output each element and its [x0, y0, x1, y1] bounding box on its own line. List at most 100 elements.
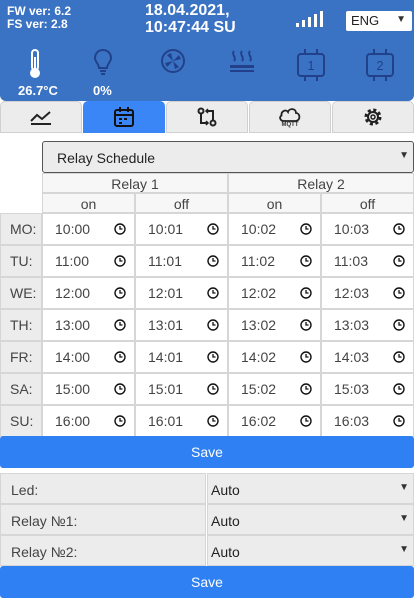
- relay-1-on-header: on: [42, 193, 135, 213]
- clock-icon: [300, 415, 312, 427]
- clock-icon: [207, 351, 219, 363]
- time-value: 16:03: [334, 413, 370, 429]
- time-value: 12:03: [334, 285, 370, 301]
- clock-icon: [207, 319, 219, 331]
- time-input[interactable]: 11:00: [42, 245, 135, 277]
- temperature-value: 26.7°C: [18, 83, 58, 98]
- time-input[interactable]: 16:03: [321, 405, 414, 437]
- time-input[interactable]: 11:02: [228, 245, 321, 277]
- language-value: ENG: [351, 13, 380, 28]
- time-value: 14:03: [334, 349, 370, 365]
- time-input[interactable]: 14:01: [135, 341, 228, 373]
- time-input[interactable]: 10:03: [321, 213, 414, 245]
- tab-chart[interactable]: [0, 101, 82, 133]
- time-text: 10:47:44 SU: [145, 19, 236, 36]
- time-input[interactable]: 10:00: [42, 213, 135, 245]
- clock-icon: [300, 287, 312, 299]
- time-value: 10:01: [148, 221, 184, 237]
- time-value: 12:02: [241, 285, 277, 301]
- day-label: SA:: [0, 373, 42, 405]
- time-input[interactable]: 13:02: [228, 309, 321, 341]
- time-input[interactable]: 13:01: [135, 309, 228, 341]
- day-label: TH:: [0, 309, 42, 341]
- time-input[interactable]: 16:01: [135, 405, 228, 437]
- setting-select[interactable]: Auto ▼: [207, 473, 414, 504]
- time-value: 13:02: [241, 317, 277, 333]
- time-input[interactable]: 10:02: [228, 213, 321, 245]
- time-input[interactable]: 12:03: [321, 277, 414, 309]
- date-text: 18.04.2021,: [145, 2, 230, 19]
- chevron-down-icon: ▼: [396, 14, 406, 25]
- chevron-down-icon: ▼: [399, 513, 409, 524]
- time-input[interactable]: 14:00: [42, 341, 135, 373]
- clock-icon: [300, 319, 312, 331]
- clock-icon: [207, 383, 219, 395]
- time-value: 10:00: [55, 221, 91, 237]
- relay-2-header: Relay 2: [228, 173, 414, 193]
- schedule-type-value: Relay Schedule: [57, 150, 156, 166]
- language-select[interactable]: ENG ▼: [346, 11, 412, 31]
- relay-1-icon: 1: [297, 49, 325, 81]
- mqtt-label: MQTT: [281, 121, 299, 128]
- clock-icon: [393, 223, 405, 235]
- clock-icon: [300, 255, 312, 267]
- setting-select[interactable]: Auto ▼: [207, 535, 414, 566]
- clock-icon: [207, 287, 219, 299]
- clock-icon: [393, 319, 405, 331]
- day-label: SU:: [0, 405, 42, 437]
- tab-calendar[interactable]: [83, 101, 165, 133]
- time-value: 11:03: [334, 253, 368, 269]
- time-input[interactable]: 11:03: [321, 245, 414, 277]
- clock-icon: [207, 415, 219, 427]
- tab-mqtt[interactable]: MQTT: [249, 101, 331, 133]
- heater-icon: [230, 50, 254, 72]
- clock-icon: [114, 415, 126, 427]
- save-schedule-button[interactable]: Save: [0, 436, 414, 468]
- time-value: 10:02: [241, 221, 277, 237]
- time-value: 15:03: [334, 381, 370, 397]
- time-value: 14:02: [241, 349, 277, 365]
- time-value: 15:00: [55, 381, 91, 397]
- time-value: 13:00: [55, 317, 91, 333]
- time-input[interactable]: 15:01: [135, 373, 228, 405]
- day-label: TU:: [0, 245, 42, 277]
- time-input[interactable]: 13:03: [321, 309, 414, 341]
- time-input[interactable]: 11:01: [135, 245, 228, 277]
- time-value: 16:00: [55, 413, 91, 429]
- setting-value: Auto: [211, 513, 240, 529]
- setting-label: Led:: [0, 473, 206, 504]
- relay-1-number: 1: [307, 58, 314, 73]
- tab-relays[interactable]: [166, 101, 248, 133]
- setting-select[interactable]: Auto ▼: [207, 504, 414, 535]
- time-input[interactable]: 13:00: [42, 309, 135, 341]
- clock-icon: [393, 287, 405, 299]
- schedule-type-select[interactable]: Relay Schedule ▼: [42, 141, 414, 173]
- clock-icon: [393, 383, 405, 395]
- clock-icon: [207, 255, 219, 267]
- time-input[interactable]: 12:00: [42, 277, 135, 309]
- time-input[interactable]: 15:03: [321, 373, 414, 405]
- save-settings-button[interactable]: Save: [0, 566, 414, 598]
- time-input[interactable]: 16:02: [228, 405, 321, 437]
- time-input[interactable]: 15:00: [42, 373, 135, 405]
- time-value: 11:00: [55, 253, 89, 269]
- clock-icon: [114, 223, 126, 235]
- git-compare-icon: [197, 107, 217, 127]
- time-input[interactable]: 14:03: [321, 341, 414, 373]
- time-value: 11:02: [241, 253, 275, 269]
- time-value: 12:00: [55, 285, 91, 301]
- time-input[interactable]: 14:02: [228, 341, 321, 373]
- day-label: WE:: [0, 277, 42, 309]
- bulb-icon: [93, 48, 113, 75]
- time-input[interactable]: 10:01: [135, 213, 228, 245]
- time-input[interactable]: 16:00: [42, 405, 135, 437]
- relay-1-header: Relay 1: [42, 173, 228, 193]
- tab-settings[interactable]: [332, 101, 414, 133]
- chevron-down-icon: ▼: [399, 150, 409, 161]
- relay-2-number: 2: [376, 58, 383, 73]
- time-input[interactable]: 12:01: [135, 277, 228, 309]
- time-input[interactable]: 15:02: [228, 373, 321, 405]
- gear-icon: [364, 108, 382, 126]
- time-input[interactable]: 12:02: [228, 277, 321, 309]
- day-label: MO:: [0, 213, 42, 245]
